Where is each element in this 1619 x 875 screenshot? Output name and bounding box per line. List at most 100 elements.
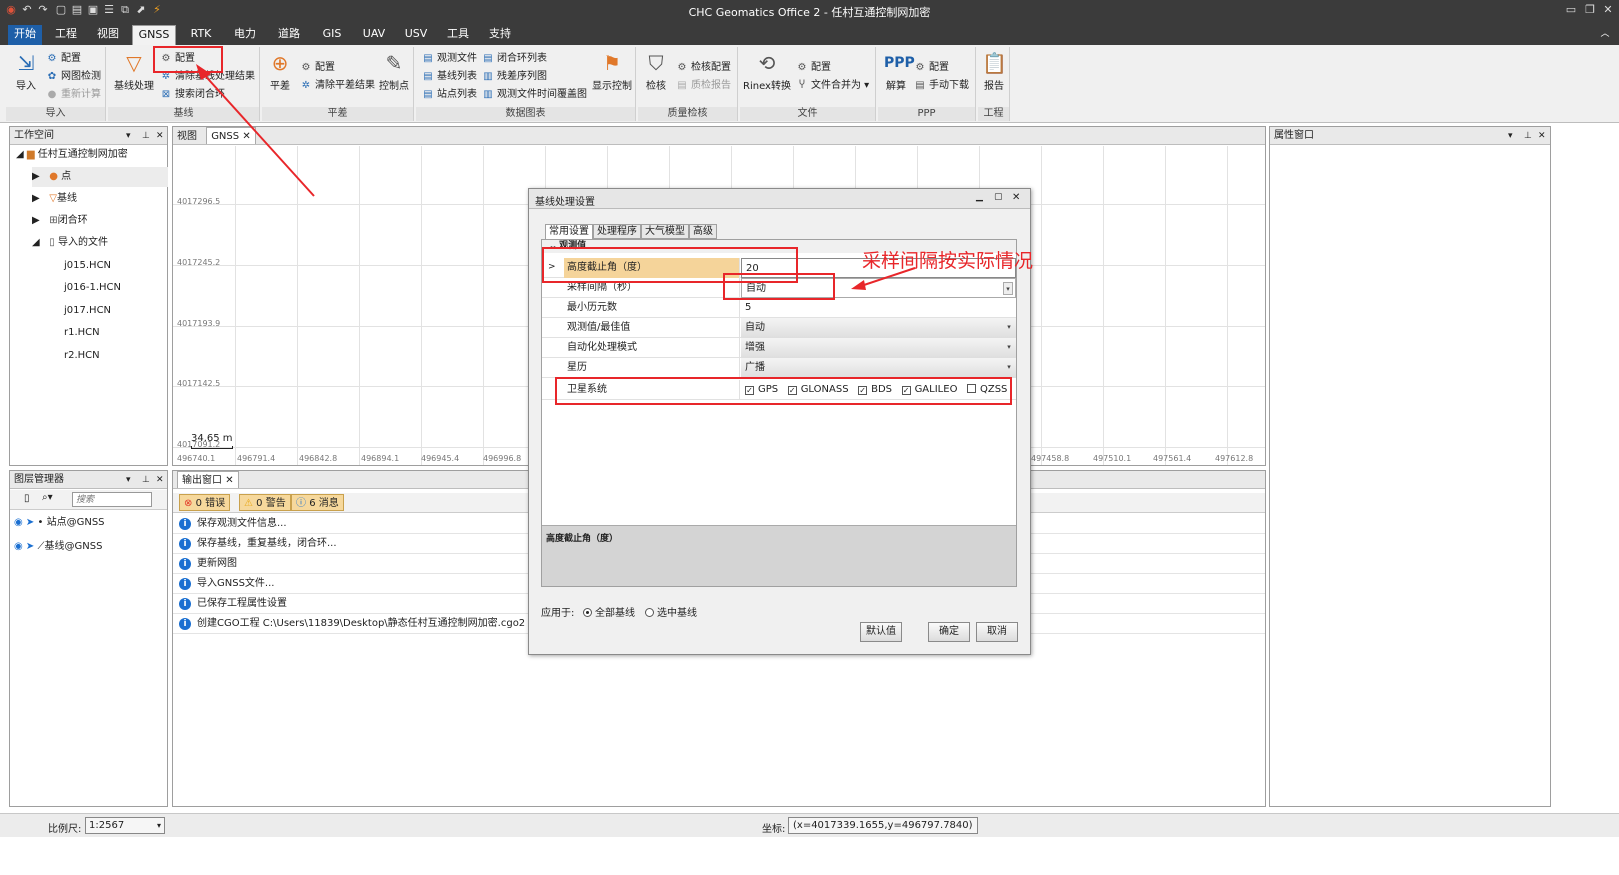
observable-select[interactable]: 自动 ▾ <box>741 318 1016 338</box>
warnings-filter[interactable]: ⚠ 0 警告 <box>239 494 291 511</box>
minimize-icon[interactable]: ▭ <box>1563 3 1579 17</box>
tree-file[interactable]: j017.HCN <box>64 301 111 321</box>
errors-filter[interactable]: ⊗ 0 错误 <box>179 494 231 511</box>
tab-view[interactable]: 视图 <box>177 131 197 142</box>
dropdown-icon[interactable]: ▾ <box>126 127 131 145</box>
check-config-button[interactable]: ⚙ 检核配置 <box>676 60 731 76</box>
time-coverage-button[interactable]: ▥ 观测文件时间覆盖图 <box>482 87 587 103</box>
tree-file[interactable]: r1.HCN <box>64 323 100 343</box>
menu-view[interactable]: 视图 <box>90 25 126 45</box>
pin-icon[interactable]: ⊥ <box>142 471 150 489</box>
tree-file[interactable]: j015.HCN <box>64 256 111 276</box>
adjust-button[interactable]: ⊕ 平差 <box>266 51 294 92</box>
menu-project[interactable]: 工程 <box>48 25 84 45</box>
layer-item-baselines[interactable]: ◉ ➤ ⟋基线@GNSS <box>14 537 102 557</box>
menu-rtk[interactable]: RTK <box>182 25 220 45</box>
clear-adjust-button[interactable]: ✲ 清除平差结果 <box>300 78 375 94</box>
display-control-button[interactable]: ⚑ 显示控制 <box>590 51 634 92</box>
row-min-epochs[interactable]: 最小历元数 5 <box>542 298 1016 318</box>
tab-processing[interactable]: 处理程序 <box>593 224 641 239</box>
close-tab-icon[interactable]: ✕ <box>242 131 250 142</box>
report-button[interactable]: 📋 报告 <box>980 51 1008 92</box>
recalc-button[interactable]: ● 重新计算 <box>46 87 101 103</box>
menu-gis[interactable]: GIS <box>314 25 350 45</box>
file-config-button[interactable]: ⚙ 配置 <box>796 60 831 76</box>
default-button[interactable]: 默认值 <box>860 622 902 642</box>
messages-filter[interactable]: ⓘ 6 消息 <box>291 494 344 511</box>
network-check-button[interactable]: ✿ 网图检测 <box>46 69 101 85</box>
station-list-button[interactable]: ▤ 站点列表 <box>422 87 477 103</box>
row-ephemeris[interactable]: 星历 广播 ▾ <box>542 358 1016 378</box>
tree-file[interactable]: j016-1.HCN <box>64 278 121 298</box>
close-icon[interactable]: ✕ <box>1600 3 1616 17</box>
quality-report-button[interactable]: ▤ 质检报告 <box>676 78 731 94</box>
restore-icon[interactable]: ❐ <box>1582 3 1598 17</box>
menu-road[interactable]: 道路 <box>270 25 308 45</box>
menu-uav[interactable]: UAV <box>356 25 392 45</box>
ppp-solve-button[interactable]: PPP 解算 <box>880 51 915 92</box>
layer-search-input[interactable] <box>72 492 152 507</box>
close-icon[interactable]: ✕ <box>156 471 164 489</box>
tree-file[interactable]: r2.HCN <box>64 346 100 366</box>
chevron-down-icon[interactable]: ▾ <box>157 818 161 833</box>
adjust-config-button[interactable]: ⚙ 配置 <box>300 60 335 76</box>
file-merge-button[interactable]: Ⴤ 文件合并为 ▾ <box>796 78 869 94</box>
expand-arrow-icon[interactable]: ▶ <box>32 215 40 226</box>
baseline-process-button[interactable]: ▽ 基线处理 <box>112 51 156 92</box>
minimize-icon[interactable]: ▁ <box>976 192 983 202</box>
rinex-convert-button[interactable]: ⟲ Rinex转换 <box>742 51 792 92</box>
search-loop-button[interactable]: ⊠ 搜索闭合环 <box>160 87 225 103</box>
check-button[interactable]: ⛉ 检核 <box>642 51 670 92</box>
tree-item-points[interactable]: ▶ ● 点 <box>32 167 168 187</box>
chevron-down-icon[interactable]: ▾ <box>1004 321 1014 334</box>
tab-atmosphere[interactable]: 大气模型 <box>641 224 689 239</box>
close-icon[interactable]: ✕ <box>1012 192 1020 203</box>
maximize-icon[interactable]: ▢ <box>994 192 1003 202</box>
radio-selected-baselines[interactable]: 选中基线 <box>645 604 697 619</box>
menu-support[interactable]: 支持 <box>482 25 518 45</box>
chevron-down-icon[interactable]: ▾ <box>1004 341 1014 354</box>
tree-item-baselines[interactable]: ▶ ▽基线 <box>32 189 77 209</box>
row-observable[interactable]: 观测值/最佳值 自动 ▾ <box>542 318 1016 338</box>
tab-output[interactable]: 输出窗口 ✕ <box>177 471 239 488</box>
tree-item-imported-files[interactable]: ◢ ▯ 导入的文件 <box>32 233 108 253</box>
pin-icon[interactable]: ⊥ <box>142 127 150 145</box>
tab-advanced[interactable]: 高级 <box>689 224 717 239</box>
close-tab-icon[interactable]: ✕ <box>225 475 233 486</box>
dropdown-icon[interactable]: ▾ <box>1508 127 1513 145</box>
visibility-eye-icon[interactable]: ◉ <box>14 517 23 528</box>
radio-all-baselines[interactable]: 全部基线 <box>583 604 635 619</box>
obs-file-button[interactable]: ▤ 观测文件 <box>422 51 477 67</box>
residual-list-button[interactable]: ▥ 残差序列图 <box>482 69 547 85</box>
min-epochs-input[interactable]: 5 <box>741 298 1016 318</box>
ok-button[interactable]: 确定 <box>928 622 970 642</box>
chevron-down-icon[interactable]: ▾ <box>1003 282 1013 295</box>
collapse-arrow-icon[interactable]: ◢ <box>16 149 24 160</box>
import-config-button[interactable]: ⚙ 配置 <box>46 51 81 67</box>
expand-arrow-icon[interactable]: ▶ <box>32 171 40 182</box>
new-layer-icon[interactable]: ▯ <box>24 493 30 504</box>
chevron-down-icon[interactable]: ▾ <box>1004 361 1014 374</box>
cursor-icon[interactable]: ➤ <box>26 517 34 528</box>
close-icon[interactable]: ✕ <box>156 127 164 145</box>
collapse-arrow-icon[interactable]: ◢ <box>32 237 40 248</box>
visibility-eye-icon[interactable]: ◉ <box>14 541 23 552</box>
tree-project[interactable]: ◢ ▆ 任村互通控制网加密 <box>16 145 128 165</box>
tab-general[interactable]: 常用设置 <box>545 224 593 239</box>
dropdown-icon[interactable]: ▾ <box>126 471 131 489</box>
collapse-ribbon-icon[interactable]: ︿ <box>1595 25 1615 45</box>
pin-icon[interactable]: ⊥ <box>1524 127 1532 145</box>
scale-select[interactable]: 1:2567 ▾ <box>85 817 165 834</box>
close-icon[interactable]: ✕ <box>1538 127 1546 145</box>
menu-power[interactable]: 电力 <box>226 25 264 45</box>
import-button[interactable]: ⇲ 导入 <box>10 51 42 92</box>
search-icon[interactable]: ⌕▾ <box>42 492 53 503</box>
layer-item-stations[interactable]: ◉ ➤ • 站点@GNSS <box>14 513 105 533</box>
cursor-icon[interactable]: ➤ <box>26 541 34 552</box>
ephemeris-select[interactable]: 广播 ▾ <box>741 358 1016 378</box>
ppp-config-button[interactable]: ⚙ 配置 <box>914 60 949 76</box>
manual-download-button[interactable]: ▤ 手动下载 <box>914 78 969 94</box>
cancel-button[interactable]: 取消 <box>976 622 1018 642</box>
row-auto-mode[interactable]: 自动化处理模式 增强 ▾ <box>542 338 1016 358</box>
tree-item-loops[interactable]: ▶ ⊞闭合环 <box>32 211 88 231</box>
